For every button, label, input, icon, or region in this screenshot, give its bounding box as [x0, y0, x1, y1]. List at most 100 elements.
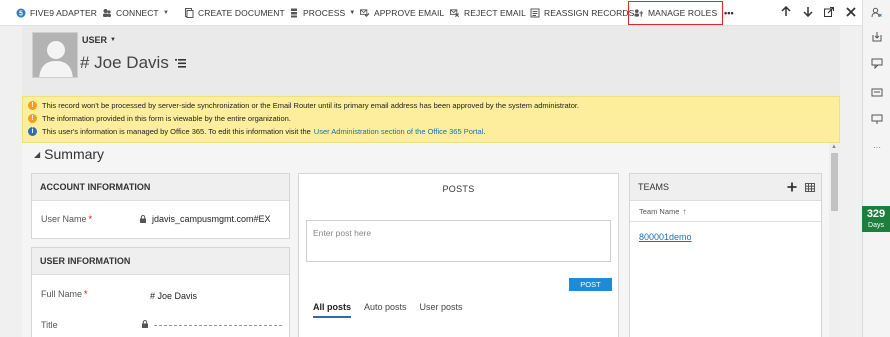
lock-icon: [139, 215, 147, 223]
full-name-value: # Joe Davis: [150, 291, 198, 301]
arrow-up-icon: [781, 5, 791, 20]
manage-roles-icon: [634, 8, 644, 18]
message-icon[interactable]: [871, 87, 883, 99]
create-document-label: CREATE DOCUMENT: [198, 8, 285, 18]
title-field[interactable]: [141, 320, 154, 328]
more-icon[interactable]: ···: [871, 141, 883, 153]
next-record-button[interactable]: [799, 0, 817, 26]
create-document-button[interactable]: CREATE DOCUMENT: [184, 0, 285, 26]
title-empty-value: [154, 325, 282, 326]
team-name-column-header[interactable]: Team Name ↑: [630, 202, 821, 222]
teams-section: TEAMS Team Name ↑ 800001demo: [629, 173, 822, 337]
scroll-thumb[interactable]: [831, 153, 838, 211]
post-input[interactable]: [307, 221, 610, 245]
connect-label: CONNECT: [116, 8, 159, 18]
grid-view-icon[interactable]: [805, 179, 815, 197]
command-bar: 5 FIVE9 ADAPTER CONNECT ▼ CREATE DOCUMEN…: [0, 0, 862, 26]
required-marker: *: [88, 214, 93, 224]
notification-item: ! The information provided in this form …: [28, 114, 291, 123]
user-information-section: USER INFORMATION Full Name * # Joe Davis …: [31, 247, 290, 337]
days-badge[interactable]: 329 Days: [862, 206, 890, 232]
process-label: PROCESS: [303, 8, 346, 18]
full-name-field[interactable]: # Joe Davis: [150, 291, 197, 301]
connect-dropdown[interactable]: ▼: [163, 0, 169, 26]
team-link[interactable]: 800001demo: [639, 232, 692, 242]
crm-user-form: 5 FIVE9 ADAPTER CONNECT ▼ CREATE DOCUMEN…: [0, 0, 890, 337]
section-title: ACCOUNT INFORMATION: [32, 174, 289, 201]
record-name: # Joe Davis: [80, 53, 169, 72]
close-icon: [846, 6, 856, 20]
close-button[interactable]: [842, 0, 860, 26]
chat-icon[interactable]: [871, 57, 883, 69]
add-icon[interactable]: [787, 179, 797, 197]
reject-email-icon: [450, 8, 460, 18]
five9-adapter-label: FIVE9 ADAPTER: [30, 8, 97, 18]
scroll-up-icon[interactable]: ▲: [831, 144, 837, 150]
form-selector[interactable]: USER ▼: [82, 35, 116, 45]
person-icon: [33, 33, 77, 77]
connect-button[interactable]: CONNECT: [102, 0, 159, 26]
sort-ascending-icon: ↑: [682, 207, 687, 216]
warning-icon: !: [28, 114, 37, 123]
reassign-records-label: REASSIGN RECORDS: [544, 8, 635, 18]
warning-icon: !: [28, 101, 37, 110]
popout-button[interactable]: [820, 0, 838, 26]
required-marker: *: [84, 289, 88, 299]
chevron-down-icon: ▼: [349, 10, 356, 16]
notification-suffix: .: [483, 127, 486, 136]
team-name-column-label: Team Name: [639, 207, 680, 216]
account-information-section: ACCOUNT INFORMATION User Name * jdavis_ca…: [31, 173, 290, 239]
approve-email-button[interactable]: APPROVE EMAIL: [360, 0, 444, 26]
post-input-box[interactable]: [306, 220, 611, 262]
collapse-icon: ◢: [34, 149, 41, 159]
previous-record-button[interactable]: [777, 0, 795, 26]
form-scrollbar[interactable]: ▲: [829, 143, 840, 337]
office365-admin-link[interactable]: User Administration section of the Offic…: [314, 127, 484, 136]
user-name-field[interactable]: jdavis_campusmgmt.com#EX: [139, 214, 271, 224]
days-label: Days: [868, 222, 884, 229]
process-icon: [289, 8, 299, 18]
manage-roles-button[interactable]: MANAGE ROLES: [628, 1, 724, 25]
tab-summary[interactable]: ◢ Summary: [34, 146, 104, 162]
more-icon: •••: [724, 8, 734, 18]
document-icon: [184, 8, 194, 18]
posts-tabs: All posts Auto posts User posts: [313, 302, 463, 318]
tab-auto-posts[interactable]: Auto posts: [364, 302, 407, 318]
posts-section: POSTS POST All posts Auto posts User pos…: [298, 173, 619, 337]
lock-icon: [141, 320, 149, 328]
notification-item: i This user's information is managed by …: [28, 127, 485, 136]
title-label: Title: [41, 320, 58, 330]
reassign-icon: [530, 8, 540, 18]
approve-email-label: APPROVE EMAIL: [374, 8, 445, 18]
chevron-down-icon: ▼: [163, 10, 170, 16]
record-menu-icon[interactable]: [174, 53, 186, 73]
reject-email-label: REJECT EMAIL: [464, 8, 526, 18]
notification-bar: ! This record won't be processed by serv…: [22, 96, 840, 143]
posts-title: POSTS: [442, 184, 475, 194]
feedback-icon[interactable]: [871, 113, 883, 125]
section-title: USER INFORMATION: [32, 248, 289, 275]
tab-summary-title: Summary: [44, 146, 105, 162]
days-count: 329: [866, 208, 886, 220]
tab-user-posts[interactable]: User posts: [420, 302, 463, 318]
reassign-records-button[interactable]: REASSIGN RECORDS: [530, 0, 634, 26]
more-commands-button[interactable]: •••: [724, 0, 734, 26]
notification-text: This user's information is managed by Of…: [42, 127, 311, 136]
post-button[interactable]: POST: [569, 278, 612, 291]
avatar[interactable]: [32, 32, 78, 78]
tab-all-posts[interactable]: All posts: [313, 302, 352, 318]
users-icon[interactable]: [871, 7, 883, 19]
five9-adapter-button[interactable]: 5 FIVE9 ADAPTER: [16, 0, 97, 26]
notification-item: ! This record won't be processed by serv…: [28, 101, 579, 110]
record-title: # Joe Davis: [80, 53, 186, 73]
details-icon[interactable]: [871, 31, 883, 43]
reject-email-button[interactable]: REJECT EMAIL: [450, 0, 526, 26]
process-button[interactable]: PROCESS ▼: [289, 0, 355, 26]
full-name-label: Full Name *: [41, 289, 88, 299]
notification-text: This record won't be processed by server…: [42, 101, 580, 110]
entity-label: USER: [82, 35, 108, 45]
popout-icon: [824, 6, 835, 20]
user-name-label: User Name *: [41, 214, 93, 224]
arrow-down-icon: [803, 6, 813, 20]
record-header: USER ▼ # Joe Davis: [22, 26, 840, 96]
